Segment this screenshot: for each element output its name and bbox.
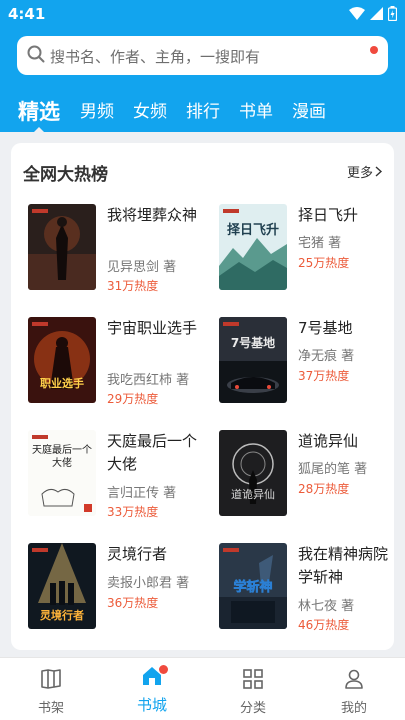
book-cover[interactable]: 灵境行者 bbox=[28, 543, 96, 629]
book-item[interactable]: 学斩神 我在精神病院学斩神 林七夜 著 46万热度 bbox=[219, 543, 399, 633]
cover-text: 道诡异仙 bbox=[231, 487, 275, 501]
grid-icon bbox=[243, 669, 263, 689]
book-author: 林七夜 著 bbox=[298, 599, 355, 614]
book-item[interactable]: 天庭最后一个大佬 天庭最后一个大佬 言归正传 著 33万热度 bbox=[28, 430, 208, 520]
nav-categories[interactable]: 分类 bbox=[223, 667, 283, 716]
category-tabs: 精选 男频 女频 排行 书单 漫画 bbox=[18, 90, 345, 134]
notification-dot bbox=[159, 665, 168, 674]
book-author: 卖报小郎君 著 bbox=[107, 576, 190, 591]
user-icon bbox=[345, 669, 363, 689]
book-heat: 25万热度 bbox=[298, 256, 350, 270]
search-bar[interactable]: 搜书名、作者、主角，一搜即有 bbox=[17, 36, 388, 75]
book-author: 言归正传 著 bbox=[107, 486, 177, 501]
book-heat: 37万热度 bbox=[298, 369, 350, 383]
cover-text: 择日飞升 bbox=[227, 222, 279, 238]
tab-female[interactable]: 女频 bbox=[133, 100, 167, 124]
book-cover[interactable]: 择日飞升 bbox=[219, 204, 287, 290]
book-title: 天庭最后一个大佬 bbox=[107, 432, 198, 473]
nav-profile[interactable]: 我的 bbox=[324, 667, 384, 716]
nav-label: 我的 bbox=[340, 701, 367, 716]
book-item[interactable]: 道诡异仙 道诡异仙 狐尾的笔 著 28万热度 bbox=[219, 430, 399, 520]
bookshelf-icon bbox=[41, 669, 61, 689]
cover-text: 天庭最后一个大佬 bbox=[32, 445, 92, 469]
book-heat: 33万热度 bbox=[107, 505, 159, 519]
tab-featured[interactable]: 精选 bbox=[18, 100, 60, 134]
book-author: 狐尾的笔 著 bbox=[298, 462, 368, 477]
book-title: 7号基地 bbox=[298, 319, 353, 337]
status-time: 4:41 bbox=[8, 5, 46, 23]
book-title: 择日飞升 bbox=[298, 206, 359, 224]
book-author: 我吃西红柿 著 bbox=[107, 373, 190, 388]
battery-icon bbox=[388, 6, 397, 21]
chevron-right-icon bbox=[375, 166, 382, 177]
wifi-icon bbox=[349, 7, 365, 20]
book-title: 道诡异仙 bbox=[298, 432, 359, 450]
bottom-nav: 书架 书城 分类 我的 bbox=[0, 657, 405, 720]
nav-bookstore[interactable]: 书城 bbox=[122, 664, 182, 715]
search-input[interactable]: 搜书名、作者、主角，一搜即有 bbox=[50, 46, 260, 67]
nav-label: 书城 bbox=[136, 696, 167, 714]
book-author: 净无痕 著 bbox=[298, 349, 355, 364]
book-title: 灵境行者 bbox=[107, 545, 168, 563]
book-heat: 36万热度 bbox=[107, 596, 159, 610]
book-heat: 29万热度 bbox=[107, 392, 159, 406]
book-cover[interactable]: 道诡异仙 bbox=[219, 430, 287, 516]
search-icon bbox=[27, 45, 45, 63]
notification-dot bbox=[370, 46, 378, 54]
book-author: 见异思剑 著 bbox=[107, 260, 177, 275]
book-item[interactable]: 灵境行者 灵境行者 卖报小郎君 著 36万热度 bbox=[28, 543, 208, 633]
book-item[interactable]: 我将埋葬众神 见异思剑 著 31万热度 bbox=[28, 204, 208, 294]
section-title: 全网大热榜 bbox=[23, 165, 108, 185]
book-item[interactable]: 7号基地 7号基地 净无痕 著 37万热度 bbox=[219, 317, 399, 407]
book-title: 我将埋葬众神 bbox=[107, 206, 198, 224]
book-heat: 31万热度 bbox=[107, 279, 159, 293]
tab-male[interactable]: 男频 bbox=[80, 100, 114, 124]
book-author: 宅猪 著 bbox=[298, 236, 342, 251]
tab-label: 精选 bbox=[18, 100, 60, 124]
book-cover[interactable]: 7号基地 bbox=[219, 317, 287, 403]
tab-ranking[interactable]: 排行 bbox=[186, 100, 220, 124]
more-label: 更多 bbox=[346, 166, 373, 181]
cover-text: 7号基地 bbox=[231, 335, 275, 350]
nav-label: 书架 bbox=[37, 701, 64, 716]
hot-list-card: 全网大热榜 更多 我将埋葬众神 见异思剑 著 31万热度 择日飞升 择日飞升 宅… bbox=[11, 143, 394, 650]
book-cover[interactable]: 职业选手 bbox=[28, 317, 96, 403]
book-item[interactable]: 职业选手 宇宙职业选手 我吃西红柿 著 29万热度 bbox=[28, 317, 208, 407]
tab-booklist[interactable]: 书单 bbox=[239, 100, 273, 124]
cover-text: 灵境行者 bbox=[40, 608, 84, 622]
book-cover[interactable] bbox=[28, 204, 96, 290]
book-cover[interactable]: 学斩神 bbox=[219, 543, 287, 629]
status-icons bbox=[349, 6, 397, 21]
book-title: 我在精神病院学斩神 bbox=[298, 545, 389, 586]
more-link[interactable]: 更多 bbox=[347, 162, 382, 181]
cover-text: 学斩神 bbox=[233, 579, 272, 595]
status-bar: 4:41 bbox=[0, 0, 405, 28]
nav-label: 分类 bbox=[239, 701, 266, 716]
cover-text: 职业选手 bbox=[40, 376, 84, 390]
tab-indicator bbox=[32, 127, 46, 134]
book-title: 宇宙职业选手 bbox=[107, 319, 198, 337]
book-item[interactable]: 择日飞升 择日飞升 宅猪 著 25万热度 bbox=[219, 204, 399, 294]
tab-comics[interactable]: 漫画 bbox=[292, 100, 326, 124]
header: 4:41 搜书名、作者、主角，一搜即有 精选 男频 女频 排行 书单 漫画 bbox=[0, 0, 405, 134]
nav-bookshelf[interactable]: 书架 bbox=[21, 667, 81, 716]
book-heat: 28万热度 bbox=[298, 482, 350, 496]
signal-icon bbox=[370, 7, 383, 20]
book-heat: 46万热度 bbox=[298, 618, 350, 632]
book-cover[interactable]: 天庭最后一个大佬 bbox=[28, 430, 96, 516]
